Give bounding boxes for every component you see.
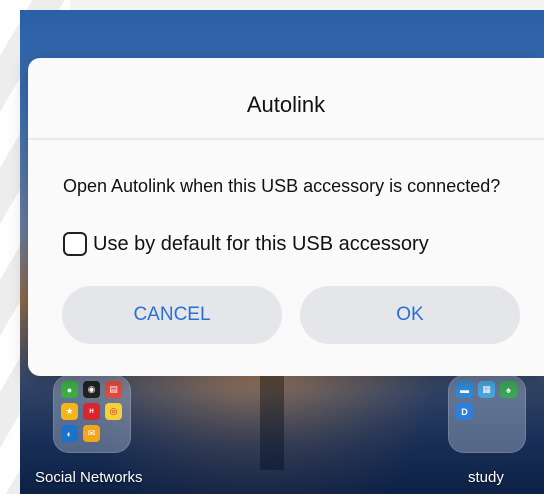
folder-study[interactable]: ▬ ▦ ♠ D	[448, 375, 526, 453]
default-checkbox-row[interactable]: Use by default for this USB accessory	[63, 230, 429, 258]
qq-icon: ◉	[83, 381, 100, 398]
doc-app-icon: D	[456, 403, 473, 420]
usb-accessory-dialog: Autolink Open Autolink when this USB acc…	[28, 58, 544, 376]
evernote-icon: ♠	[500, 381, 517, 398]
folder-social-networks[interactable]: ● ◉ ▤ ★ H ◎ ◐ ✉	[53, 375, 131, 453]
hupu-icon: H	[83, 403, 100, 420]
cancel-button[interactable]: CANCEL	[62, 286, 282, 344]
weibo-icon: ◎	[105, 403, 122, 420]
calendar-app-icon: ▦	[478, 381, 495, 398]
wechat-icon: ●	[61, 381, 78, 398]
folder-label-social-networks: Social Networks	[35, 469, 143, 486]
default-checkbox-label[interactable]: Use by default for this USB accessory	[93, 233, 429, 256]
folder-label-study: study	[468, 469, 504, 486]
browser-app-icon: ◐	[61, 425, 78, 442]
ok-button[interactable]: OK	[300, 286, 520, 344]
dialog-title: Autolink	[246, 92, 326, 117]
dialog-divider	[28, 138, 544, 140]
mail-app-icon: ✉	[83, 425, 100, 442]
star-app-icon: ★	[61, 403, 78, 420]
note-app-icon: ▬	[456, 381, 473, 398]
default-checkbox[interactable]	[63, 232, 87, 256]
dialog-message: Open Autolink when this USB accessory is…	[63, 176, 501, 196]
news-app-icon: ▤	[105, 381, 122, 398]
